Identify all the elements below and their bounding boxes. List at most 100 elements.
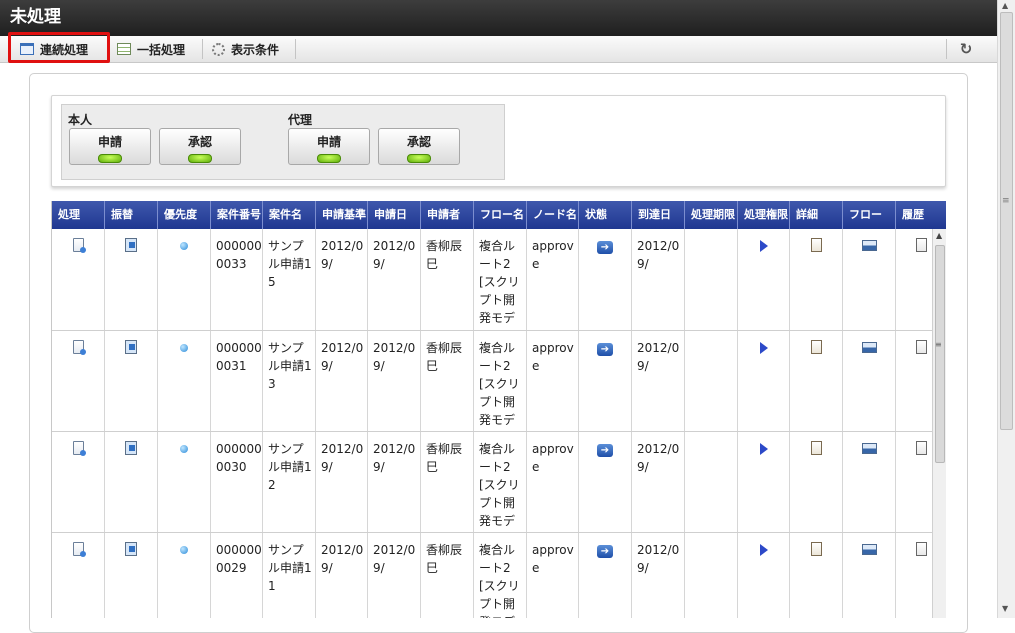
cell-status[interactable]: ➔ bbox=[579, 331, 632, 431]
cell-flow[interactable] bbox=[843, 331, 896, 431]
table-row[interactable]: 0000000033 サンプル申請15 2012/09/2012/09/香柳辰巳 複合… bbox=[52, 229, 932, 331]
column-header-flow-name[interactable]: フロー名 bbox=[474, 201, 527, 229]
status-arrow-icon[interactable]: ➔ bbox=[597, 545, 613, 558]
column-header-authority[interactable]: 処理権限 bbox=[738, 201, 790, 229]
cell-detail[interactable] bbox=[790, 229, 843, 330]
column-header-matter-no[interactable]: 案件番号 bbox=[211, 201, 263, 229]
cell-transfer[interactable] bbox=[105, 331, 158, 431]
cell-process[interactable] bbox=[52, 533, 105, 618]
cell-detail[interactable] bbox=[790, 432, 843, 532]
cell-transfer[interactable] bbox=[105, 533, 158, 618]
detail-clipboard-icon[interactable] bbox=[810, 238, 822, 252]
scroll-up-arrow-icon[interactable]: ▲ bbox=[1002, 1, 1008, 10]
status-arrow-icon[interactable]: ➔ bbox=[597, 444, 613, 457]
priority-dot-icon bbox=[180, 242, 188, 250]
base-date: 2012/09/ bbox=[316, 229, 368, 330]
authority-play-icon[interactable] bbox=[759, 443, 768, 455]
flow-image-icon[interactable] bbox=[861, 240, 877, 251]
flow-image-icon[interactable] bbox=[861, 342, 877, 353]
checklist-icon bbox=[117, 43, 131, 55]
table-scrollbar[interactable]: ▲ ≡ bbox=[932, 229, 946, 618]
transfer-icon[interactable] bbox=[125, 542, 137, 556]
column-header-flow[interactable]: フロー bbox=[843, 201, 896, 229]
detail-clipboard-icon[interactable] bbox=[810, 542, 822, 556]
display-conditions-label: 表示条件 bbox=[231, 42, 280, 57]
matter-number: 0000000031 bbox=[211, 331, 263, 431]
transfer-icon[interactable] bbox=[125, 340, 137, 354]
cell-authority[interactable] bbox=[738, 331, 790, 431]
apply-date: 2012/09/ bbox=[368, 229, 421, 330]
cell-flow[interactable] bbox=[843, 229, 896, 330]
column-header-arrival-date[interactable]: 到達日 bbox=[632, 201, 685, 229]
flow-image-icon[interactable] bbox=[861, 443, 877, 454]
authority-play-icon[interactable] bbox=[759, 342, 768, 354]
page-scroll-thumb[interactable] bbox=[1000, 12, 1013, 430]
display-conditions-button[interactable]: 表示条件 bbox=[212, 38, 279, 60]
detail-clipboard-icon[interactable] bbox=[810, 441, 822, 455]
authority-play-icon[interactable] bbox=[759, 544, 768, 556]
cell-transfer[interactable] bbox=[105, 229, 158, 330]
status-arrow-icon[interactable]: ➔ bbox=[597, 241, 613, 254]
column-header-base-date[interactable]: 申請基準日 bbox=[316, 201, 368, 229]
column-header-process[interactable]: 処理 bbox=[52, 201, 105, 229]
table-scroll-up-icon[interactable]: ▲ bbox=[936, 231, 942, 240]
process-icon[interactable] bbox=[72, 340, 86, 355]
column-header-priority[interactable]: 優先度 bbox=[158, 201, 211, 229]
column-header-history[interactable]: 履歴 bbox=[896, 201, 946, 229]
cell-flow[interactable] bbox=[843, 533, 896, 618]
table-scroll-thumb[interactable] bbox=[935, 245, 945, 463]
authority-play-icon[interactable] bbox=[759, 240, 768, 252]
cell-status[interactable]: ➔ bbox=[579, 533, 632, 618]
refresh-icon[interactable]: ↻ bbox=[956, 40, 976, 58]
cell-deadline bbox=[685, 432, 738, 532]
column-header-transfer[interactable]: 振替 bbox=[105, 201, 158, 229]
proxy-apply-button[interactable]: 申請 bbox=[288, 128, 370, 165]
column-header-detail[interactable]: 詳細 bbox=[790, 201, 843, 229]
cell-flow[interactable] bbox=[843, 432, 896, 532]
table-row[interactable]: 0000000029 サンプル申請11 2012/09/2012/09/香柳辰巳 複合… bbox=[52, 533, 932, 618]
process-icon[interactable] bbox=[72, 238, 86, 253]
column-header-deadline[interactable]: 処理期限 bbox=[685, 201, 738, 229]
self-apply-button[interactable]: 申請 bbox=[69, 128, 151, 165]
column-header-status[interactable]: 状態 bbox=[579, 201, 632, 229]
cell-deadline bbox=[685, 229, 738, 330]
cell-transfer[interactable] bbox=[105, 432, 158, 532]
column-header-apply-date[interactable]: 申請日 bbox=[368, 201, 421, 229]
proxy-approve-button[interactable]: 承認 bbox=[378, 128, 460, 165]
cell-authority[interactable] bbox=[738, 229, 790, 330]
page-scrollbar[interactable]: ▲ ≡ ▼ bbox=[997, 0, 1015, 618]
cell-status[interactable]: ➔ bbox=[579, 229, 632, 330]
cell-authority[interactable] bbox=[738, 432, 790, 532]
matter-name: サンプル申請11 bbox=[263, 533, 316, 618]
column-header-applicant[interactable]: 申請者 bbox=[421, 201, 474, 229]
column-header-matter-name[interactable]: 案件名 bbox=[263, 201, 316, 229]
transfer-icon[interactable] bbox=[125, 441, 137, 455]
cell-detail[interactable] bbox=[790, 331, 843, 431]
detail-clipboard-icon[interactable] bbox=[810, 340, 822, 354]
history-icon[interactable] bbox=[916, 441, 927, 455]
cell-authority[interactable] bbox=[738, 533, 790, 618]
cell-process[interactable] bbox=[52, 229, 105, 330]
column-header-node-name[interactable]: ノード名 bbox=[527, 201, 579, 229]
table-row[interactable]: 0000000030 サンプル申請12 2012/09/2012/09/香柳辰巳 複合… bbox=[52, 432, 932, 533]
scroll-down-arrow-icon[interactable]: ▼ bbox=[1002, 604, 1008, 613]
apply-date: 2012/09/ bbox=[368, 533, 421, 618]
cell-status[interactable]: ➔ bbox=[579, 432, 632, 532]
table-row[interactable]: 0000000031 サンプル申請13 2012/09/2012/09/香柳辰巳 複合… bbox=[52, 331, 932, 432]
history-icon[interactable] bbox=[916, 340, 927, 354]
cell-priority bbox=[158, 229, 211, 330]
cell-process[interactable] bbox=[52, 331, 105, 431]
arrival-date: 2012/09/ bbox=[632, 229, 685, 330]
self-approve-button[interactable]: 承認 bbox=[159, 128, 241, 165]
batch-process-button[interactable]: 一括処理 bbox=[117, 38, 185, 60]
history-icon[interactable] bbox=[916, 238, 927, 252]
history-icon[interactable] bbox=[916, 542, 927, 556]
transfer-icon[interactable] bbox=[125, 238, 137, 252]
process-icon[interactable] bbox=[72, 542, 86, 557]
cell-process[interactable] bbox=[52, 432, 105, 532]
status-arrow-icon[interactable]: ➔ bbox=[597, 343, 613, 356]
cell-detail[interactable] bbox=[790, 533, 843, 618]
flow-image-icon[interactable] bbox=[861, 544, 877, 555]
process-icon[interactable] bbox=[72, 441, 86, 456]
self-apply-label: 申請 bbox=[97, 135, 122, 149]
